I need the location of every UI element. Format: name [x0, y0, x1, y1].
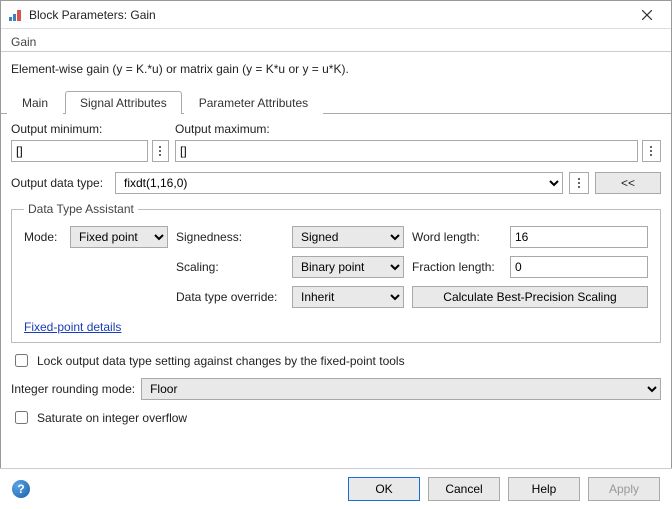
- output-maximum-input[interactable]: [175, 140, 638, 162]
- fixed-point-details-link[interactable]: Fixed-point details: [24, 320, 121, 334]
- saturate-label: Saturate on integer overflow: [37, 411, 187, 425]
- cancel-button[interactable]: Cancel: [428, 477, 500, 501]
- dta-scaling-label: Scaling:: [176, 260, 284, 274]
- output-data-type-label: Output data type:: [11, 176, 109, 190]
- ok-button[interactable]: OK: [348, 477, 420, 501]
- tab-bar: Main Signal Attributes Parameter Attribu…: [1, 88, 671, 114]
- window-title: Block Parameters: Gain: [29, 8, 627, 22]
- output-maximum-label: Output maximum:: [175, 122, 661, 136]
- tab-main[interactable]: Main: [7, 91, 63, 114]
- dta-word-length-input[interactable]: [510, 226, 648, 248]
- dta-fraction-length-label: Fraction length:: [412, 260, 502, 274]
- dta-scaling-select[interactable]: Binary point: [292, 256, 404, 278]
- dta-fraction-length-input[interactable]: [510, 256, 648, 278]
- dta-override-label: Data type override:: [176, 290, 284, 304]
- data-type-assistant-group: Data Type Assistant Mode: Fixed point Si…: [11, 202, 661, 343]
- section-heading: Gain: [1, 29, 671, 52]
- block-description: Element-wise gain (y = K.*u) or matrix g…: [1, 54, 671, 80]
- dta-legend: Data Type Assistant: [24, 202, 138, 216]
- tab-parameter-attributes[interactable]: Parameter Attributes: [184, 91, 323, 114]
- dialog-footer: ? OK Cancel Help Apply: [0, 468, 672, 509]
- apply-button[interactable]: Apply: [588, 477, 660, 501]
- rounding-mode-select[interactable]: Floor: [141, 378, 661, 400]
- rounding-mode-label: Integer rounding mode:: [11, 382, 135, 396]
- output-data-type-more-button[interactable]: [569, 172, 589, 194]
- close-button[interactable]: [627, 2, 667, 28]
- dta-mode-label: Mode:: [24, 230, 62, 244]
- help-icon[interactable]: ?: [12, 480, 30, 498]
- titlebar: Block Parameters: Gain: [1, 1, 671, 29]
- tab-content: Output minimum: Output maximum: Output d…: [1, 114, 671, 439]
- lock-output-label: Lock output data type setting against ch…: [37, 354, 405, 368]
- output-minimum-label: Output minimum:: [11, 122, 169, 136]
- dta-word-length-label: Word length:: [412, 230, 502, 244]
- tab-signal-attributes[interactable]: Signal Attributes: [65, 91, 182, 114]
- dta-signedness-select[interactable]: Signed: [292, 226, 404, 248]
- dta-mode-select[interactable]: Fixed point: [70, 226, 168, 248]
- dta-signedness-label: Signedness:: [176, 230, 284, 244]
- output-maximum-more-button[interactable]: [642, 140, 661, 162]
- output-minimum-more-button[interactable]: [152, 140, 169, 162]
- help-button[interactable]: Help: [508, 477, 580, 501]
- output-data-type-select[interactable]: fixdt(1,16,0): [115, 172, 563, 194]
- dta-override-select[interactable]: Inherit: [292, 286, 404, 308]
- collapse-dta-button[interactable]: <<: [595, 172, 661, 194]
- lock-output-checkbox[interactable]: [15, 354, 28, 367]
- app-icon: [7, 7, 23, 23]
- saturate-checkbox[interactable]: [15, 411, 28, 424]
- calculate-scaling-button[interactable]: Calculate Best-Precision Scaling: [412, 286, 648, 308]
- output-minimum-input[interactable]: [11, 140, 148, 162]
